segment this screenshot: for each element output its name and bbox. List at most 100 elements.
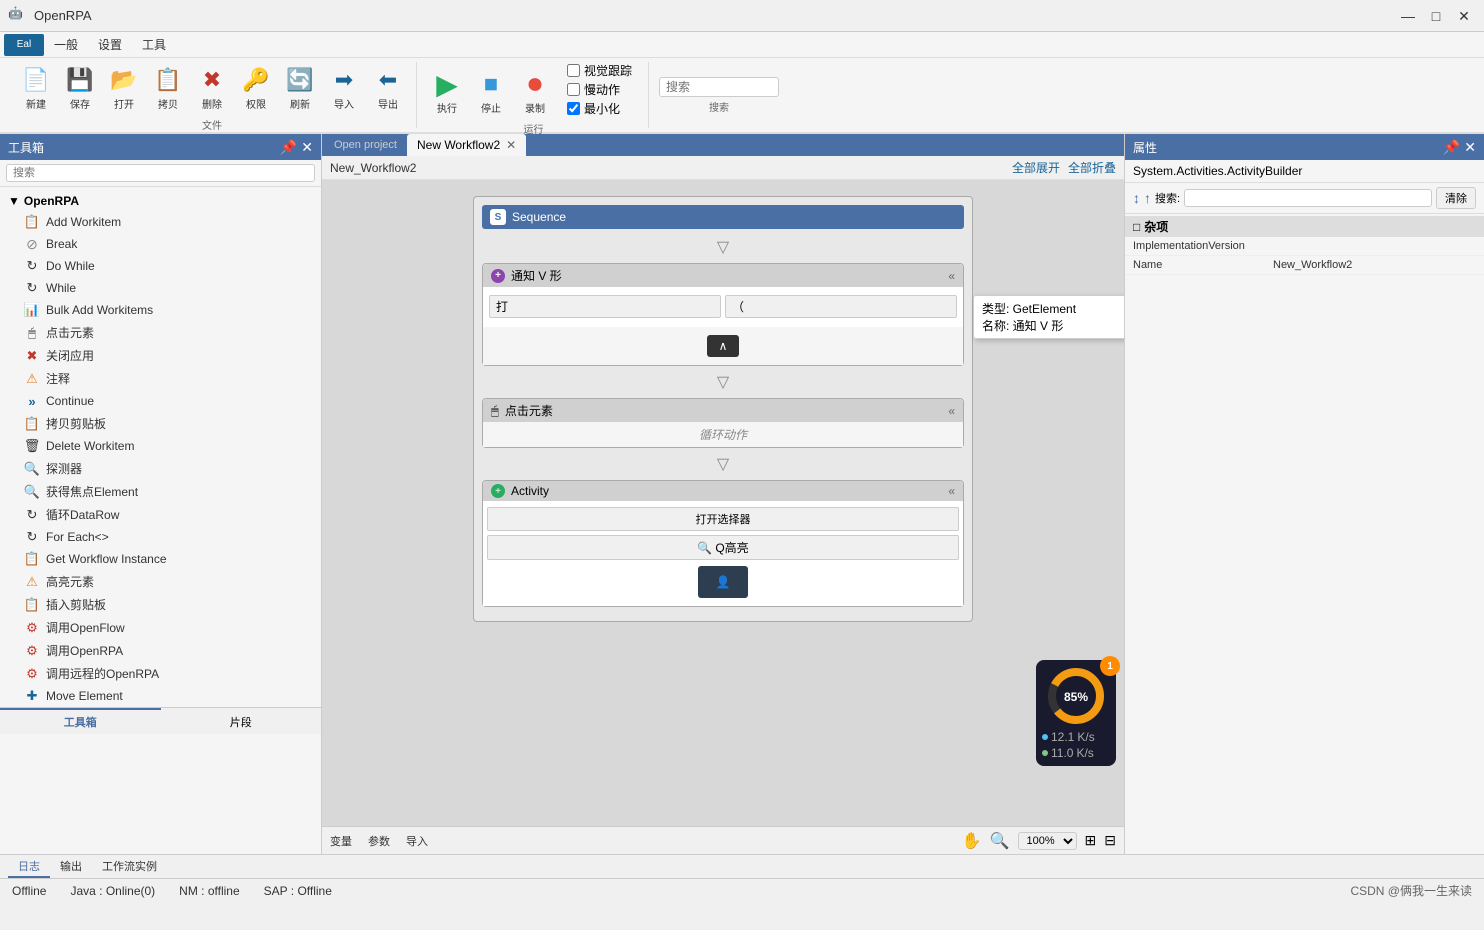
notify-input-2[interactable]: （: [725, 295, 957, 318]
import-button[interactable]: ➡ 导入: [324, 62, 364, 113]
search-btn-icon: 🔍: [697, 541, 712, 555]
window-controls: — □ ✕: [1396, 6, 1476, 26]
click-collapse-icon[interactable]: «: [948, 404, 955, 418]
tree-item-move-element[interactable]: ✚ Move Element: [0, 685, 321, 707]
tree-item-delete-workitem[interactable]: 🗑 Delete Workitem: [0, 435, 321, 457]
tree-item-continue[interactable]: » Continue: [0, 390, 321, 412]
tree-item-bulk-add[interactable]: 📊 Bulk Add Workitems: [0, 299, 321, 321]
class-name-text: System.Activities.ActivityBuilder: [1133, 164, 1302, 178]
tree-item-break[interactable]: ⊘ Break: [0, 233, 321, 255]
ribbon-search-input[interactable]: [659, 77, 779, 97]
layout-icon-2[interactable]: ⊟: [1104, 832, 1116, 849]
minimize-checkbox[interactable]: [567, 102, 580, 115]
collapse-all-button[interactable]: 全部折叠: [1068, 159, 1116, 176]
new-workflow2-tab[interactable]: New Workflow2 ✕: [407, 134, 526, 156]
visual-trace-check-label[interactable]: 视觉跟踪: [567, 62, 632, 79]
toolbox-tab-snippets[interactable]: 片段: [161, 708, 322, 734]
workflow-instances-tab[interactable]: 工作流实例: [92, 856, 167, 878]
properties-class-name: System.Activities.ActivityBuilder: [1125, 160, 1484, 183]
save-button[interactable]: 💾 保存: [60, 62, 100, 113]
run-button[interactable]: ▶ 执行: [427, 66, 467, 117]
toolbox-pin-icon[interactable]: 📌: [280, 139, 297, 156]
hand-icon[interactable]: ✋: [962, 831, 982, 851]
app-logo-button[interactable]: Eal: [4, 34, 44, 56]
close-window-button[interactable]: ✕: [1452, 6, 1476, 26]
activity-collapse-icon[interactable]: «: [948, 484, 955, 498]
toolbox-header: 工具箱 📌 ✕: [0, 134, 321, 160]
tree-item-add-workitem[interactable]: 📋 Add Workitem: [0, 211, 321, 233]
tree-item-label: Get Workflow Instance: [46, 552, 167, 566]
tree-item-highlight[interactable]: ⚠ 高亮元素: [0, 570, 321, 593]
record-button[interactable]: ⏺ 录制: [515, 66, 555, 117]
tree-item-get-workflow-instance[interactable]: 📋 Get Workflow Instance: [0, 548, 321, 570]
menu-item-settings[interactable]: 设置: [88, 33, 132, 56]
stop-button[interactable]: ⏹ 停止: [471, 66, 511, 117]
minimize-window-button[interactable]: —: [1396, 6, 1420, 26]
tree-item-call-openrpa[interactable]: ⚙ 调用OpenRPA: [0, 639, 321, 662]
layout-icon-1[interactable]: ⊞: [1085, 832, 1097, 849]
workflow-canvas[interactable]: S Sequence ▽ + 通知 V 形 «: [322, 180, 1124, 826]
tree-item-do-while[interactable]: ↻ Do While: [0, 255, 321, 277]
tree-item-label: 关闭应用: [46, 347, 94, 364]
tree-item-get-focus[interactable]: 🔍 获得焦点Element: [0, 480, 321, 503]
tree-item-close-app[interactable]: ✖ 关闭应用: [0, 344, 321, 367]
menu-item-general[interactable]: 一般: [44, 33, 88, 56]
open-selector-button[interactable]: 打开选择器: [487, 507, 959, 531]
import-label: 导入: [334, 96, 354, 111]
delete-button[interactable]: ✖ 删除: [192, 62, 232, 113]
output-tab[interactable]: 输出: [50, 856, 92, 878]
highlight-button[interactable]: 🔍 Q高亮: [487, 535, 959, 560]
tree-item-loop-datarow[interactable]: ↻ 循环DataRow: [0, 503, 321, 526]
tab-close-icon[interactable]: ✕: [506, 138, 516, 152]
new-icon: 📄: [20, 64, 52, 96]
export-button[interactable]: ⬅ 导出: [368, 62, 408, 113]
log-tab[interactable]: 日志: [8, 856, 50, 878]
ribbon-group-run: ▶ 执行 ⏹ 停止 ⏺ 录制 视觉跟踪 慢动作: [419, 62, 649, 128]
tree-item-call-openflow[interactable]: ⚙ 调用OpenFlow: [0, 616, 321, 639]
tree-item-detector[interactable]: 🔍 探测器: [0, 457, 321, 480]
tree-item-click-element[interactable]: 🖱 点击元素: [0, 321, 321, 344]
workflow-tab-bar: Open project New Workflow2 ✕: [322, 134, 1124, 156]
save-icon: 💾: [64, 64, 96, 96]
variables-tab[interactable]: 变量: [330, 833, 352, 849]
download-dot: [1042, 750, 1048, 756]
minimize-check-label[interactable]: 最小化: [567, 100, 632, 117]
properties-close-icon[interactable]: ✕: [1464, 139, 1476, 156]
tree-item-call-remote[interactable]: ⚙ 调用远程的OpenRPA: [0, 662, 321, 685]
zoom-icon[interactable]: 🔍: [990, 831, 1010, 851]
params-tab[interactable]: 参数: [368, 833, 390, 849]
tree-item-for-each[interactable]: ↻ For Each<>: [0, 526, 321, 548]
tree-root-openrpa[interactable]: ▼ OpenRPA: [0, 191, 321, 211]
notify-input-1[interactable]: 打: [489, 295, 721, 318]
imports-tab[interactable]: 导入: [406, 833, 428, 849]
slow-motion-check-label[interactable]: 慢动作: [567, 81, 632, 98]
tree-item-copy-clipboard[interactable]: 📋 拷贝剪贴板: [0, 412, 321, 435]
open-project-tab[interactable]: Open project: [326, 135, 405, 155]
refresh-button[interactable]: 🔄 刷新: [280, 62, 320, 113]
permission-button[interactable]: 🔑 权限: [236, 62, 276, 113]
menu-item-tools[interactable]: 工具: [132, 33, 176, 56]
visual-trace-checkbox[interactable]: [567, 64, 580, 77]
toolbox-search-input[interactable]: [6, 164, 315, 182]
tree-item-insert-clipboard[interactable]: 📋 插入剪贴板: [0, 593, 321, 616]
notify-collapse-button[interactable]: ∧: [707, 335, 740, 357]
maximize-window-button[interactable]: □: [1424, 6, 1448, 26]
tree-item-while[interactable]: ↻ While: [0, 277, 321, 299]
toolbox-tab-toolbox[interactable]: 工具箱: [0, 708, 161, 734]
properties-search-input[interactable]: [1184, 189, 1432, 207]
expand-all-button[interactable]: 全部展开: [1012, 159, 1060, 176]
new-button[interactable]: 📄 新建: [16, 62, 56, 113]
open-button[interactable]: 📂 打开: [104, 62, 144, 113]
tree-item-label: 调用远程的OpenRPA: [46, 665, 159, 682]
copy-button[interactable]: 📋 拷贝: [148, 62, 188, 113]
tree-item-comment[interactable]: ⚠ 注释: [0, 367, 321, 390]
tree-item-label: 高亮元素: [46, 573, 94, 590]
notify-collapse-icon[interactable]: «: [948, 269, 955, 283]
slow-motion-checkbox[interactable]: [567, 83, 580, 96]
properties-pin-icon[interactable]: 📌: [1443, 139, 1460, 156]
tree-item-label: Move Element: [46, 689, 123, 703]
status-bar: Offline Java : Online(0) NM : offline SA…: [0, 878, 1484, 902]
toolbox-close-icon[interactable]: ✕: [301, 139, 313, 156]
properties-clear-button[interactable]: 清除: [1436, 187, 1476, 209]
zoom-select[interactable]: 100% 75% 50% 125%: [1018, 832, 1077, 850]
